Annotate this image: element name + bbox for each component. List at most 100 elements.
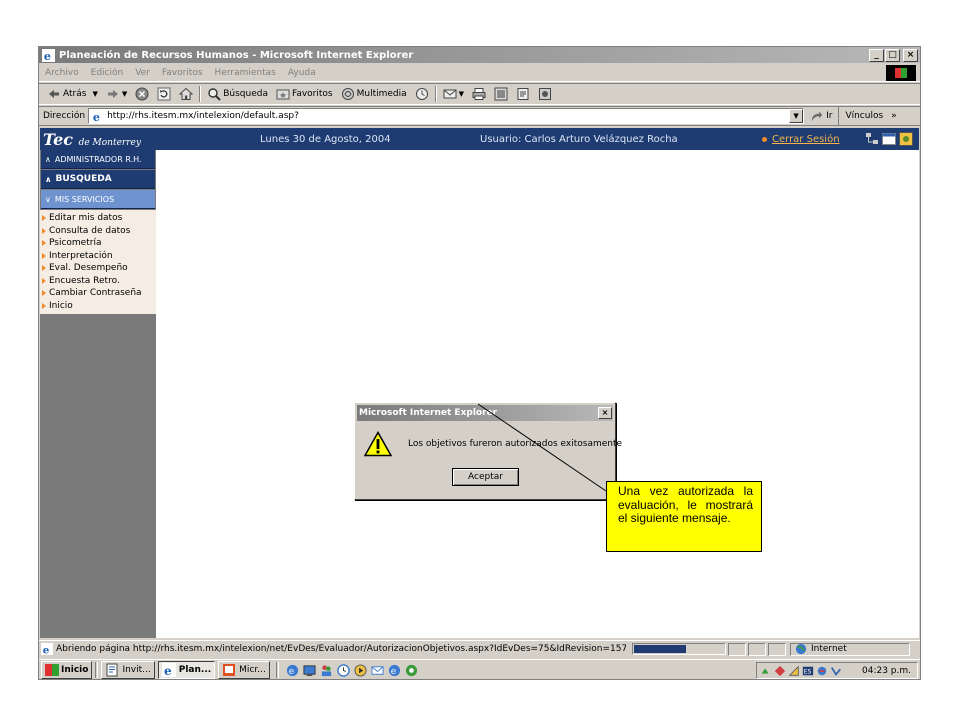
sidebar-section-busqueda[interactable]: ∧ BUSQUEDA [41, 170, 155, 189]
sidebar-item-eval-desempeno[interactable]: Eval. Desempeño [40, 262, 156, 275]
minimize-button[interactable]: _ [869, 48, 884, 62]
taskbar-separator [95, 662, 99, 678]
task-invitation[interactable]: Invit... [101, 661, 155, 679]
media-icon [341, 88, 354, 100]
logo-text: Tec [43, 129, 73, 149]
outlook-icon[interactable] [371, 664, 384, 677]
refresh-button[interactable] [153, 87, 175, 101]
maximize-button[interactable]: □ [885, 48, 900, 62]
accept-button[interactable]: Aceptar [452, 468, 519, 486]
menu-ayuda[interactable]: Ayuda [282, 68, 322, 78]
messenger-icon[interactable] [405, 664, 418, 677]
print-button[interactable] [468, 87, 490, 101]
back-dropdown-icon[interactable]: ▼ [92, 90, 97, 98]
forward-button[interactable]: ▼ [102, 87, 131, 101]
go-arrow-icon [811, 110, 823, 121]
sidebar-item-cambiar-contrasena[interactable]: Cambiar Contraseña [40, 287, 156, 300]
language-icon[interactable]: ES [802, 665, 814, 677]
status-cell [748, 642, 766, 656]
taskbar: Inicio Invit... e Plan... Micr... e e ES… [39, 659, 920, 679]
menu-herramientas[interactable]: Herramientas [209, 68, 282, 78]
sidebar-item-inicio[interactable]: Inicio [40, 300, 156, 313]
window-icon[interactable] [882, 132, 896, 146]
logout-link[interactable]: Cerrar Sesión [762, 134, 840, 145]
toolbar-separator [199, 86, 202, 102]
sidebar-section-mis-servicios[interactable]: ∨ MIS SERVICIOS [41, 190, 155, 209]
go-button[interactable]: Ir [804, 110, 838, 123]
powerpoint-icon [223, 664, 236, 676]
section-label: BUSQUEDA [55, 174, 112, 184]
header-date: Lunes 30 de Agosto, 2004 [260, 133, 391, 145]
favorites-folder-icon [276, 89, 290, 100]
search-label: Búsqueda [223, 89, 268, 99]
task-label: Micr... [239, 665, 266, 675]
svg-text:e: e [289, 666, 295, 677]
svg-text:e: e [164, 664, 172, 677]
media-player-icon[interactable] [354, 663, 367, 677]
history-icon [415, 88, 428, 100]
links-button[interactable]: Vínculos » [838, 107, 902, 125]
sidebar-section-admin[interactable]: ∧ ADMINISTRADOR R.H. [41, 150, 155, 169]
antivirus-icon[interactable] [774, 665, 786, 677]
site-logo[interactable]: Tec de Monterrey [40, 130, 260, 149]
messenger-button[interactable] [534, 87, 556, 101]
sidebar-item-consulta-datos[interactable]: Consulta de datos [40, 225, 156, 238]
arrow-right-icon [42, 302, 46, 309]
ie-launch-icon[interactable]: e [286, 664, 299, 677]
home-button[interactable] [175, 87, 197, 101]
sidebar-item-interpretacion[interactable]: Interpretación [40, 250, 156, 263]
ie-launch-icon[interactable]: e [388, 664, 401, 677]
people-icon[interactable] [320, 664, 333, 677]
task-powerpoint[interactable]: Micr... [218, 661, 270, 679]
site-header: Tec de Monterrey Lunes 30 de Agosto, 200… [40, 128, 919, 150]
history-button[interactable] [411, 87, 433, 101]
sidebar: ∧ ADMINISTRADOR R.H. ∧ BUSQUEDA ∨ MIS SE… [40, 150, 156, 638]
sidebar-item-label: Interpretación [49, 250, 113, 261]
back-button[interactable]: Atrás ▼ [43, 87, 102, 101]
task-planeacion[interactable]: e Plan... [157, 661, 216, 679]
sidebar-item-editar-datos[interactable]: Editar mis datos [40, 212, 156, 225]
section-label: MIS SERVICIOS [54, 194, 115, 204]
menu-archivo[interactable]: Archivo [39, 68, 85, 78]
org-chart-icon[interactable] [865, 132, 879, 146]
sidebar-item-label: Psicometría [49, 238, 102, 249]
edit-button[interactable] [490, 87, 512, 101]
start-button[interactable]: Inicio [41, 661, 93, 679]
dialog-title: Microsoft Internet Explorer [359, 408, 498, 418]
search-icon [208, 88, 221, 101]
task-label: Plan... [178, 665, 212, 675]
sidebar-submenu: Editar mis datos Consulta de datos Psico… [40, 210, 156, 314]
media-button[interactable]: Multimedia [337, 87, 411, 101]
mail-button[interactable]: ▼ [439, 87, 468, 101]
dialog-title-bar: Microsoft Internet Explorer × [357, 405, 613, 421]
address-input[interactable]: e http://rhs.itesm.mx/intelexion/default… [88, 108, 805, 124]
sidebar-item-label: Encuesta Retro. [49, 275, 120, 286]
svg-text:e: e [93, 111, 100, 123]
shield-icon[interactable] [788, 665, 800, 677]
clock-icon[interactable] [337, 663, 350, 677]
discuss-button[interactable] [512, 87, 534, 101]
mail-dropdown-icon[interactable]: ▼ [459, 90, 464, 98]
connection-icon[interactable] [830, 665, 842, 677]
menu-ver[interactable]: Ver [129, 68, 156, 78]
address-dropdown-icon[interactable]: ▼ [789, 109, 804, 123]
menu-favoritos[interactable]: Favoritos [156, 68, 209, 78]
loading-progress-bar [632, 643, 726, 655]
forward-dropdown-icon[interactable]: ▼ [122, 90, 127, 98]
close-button[interactable]: × [903, 48, 918, 62]
menu-edicion[interactable]: Edición [85, 68, 130, 78]
edit-page-icon [494, 87, 508, 101]
network-icon[interactable] [760, 665, 772, 677]
favorites-button[interactable]: Favoritos [272, 87, 337, 101]
security-zone: Internet [790, 642, 910, 656]
search-button[interactable]: Búsqueda [203, 87, 272, 101]
logout-label: Cerrar Sesión [772, 133, 840, 145]
dialog-close-button[interactable]: × [598, 407, 612, 419]
stop-button[interactable] [131, 87, 153, 101]
help-icon[interactable] [899, 132, 913, 146]
page-icon: e [91, 109, 105, 123]
volume-icon[interactable] [816, 665, 828, 677]
sidebar-item-psicometria[interactable]: Psicometría [40, 237, 156, 250]
desktop-icon[interactable] [303, 664, 316, 677]
sidebar-item-encuesta-retro[interactable]: Encuesta Retro. [40, 275, 156, 288]
